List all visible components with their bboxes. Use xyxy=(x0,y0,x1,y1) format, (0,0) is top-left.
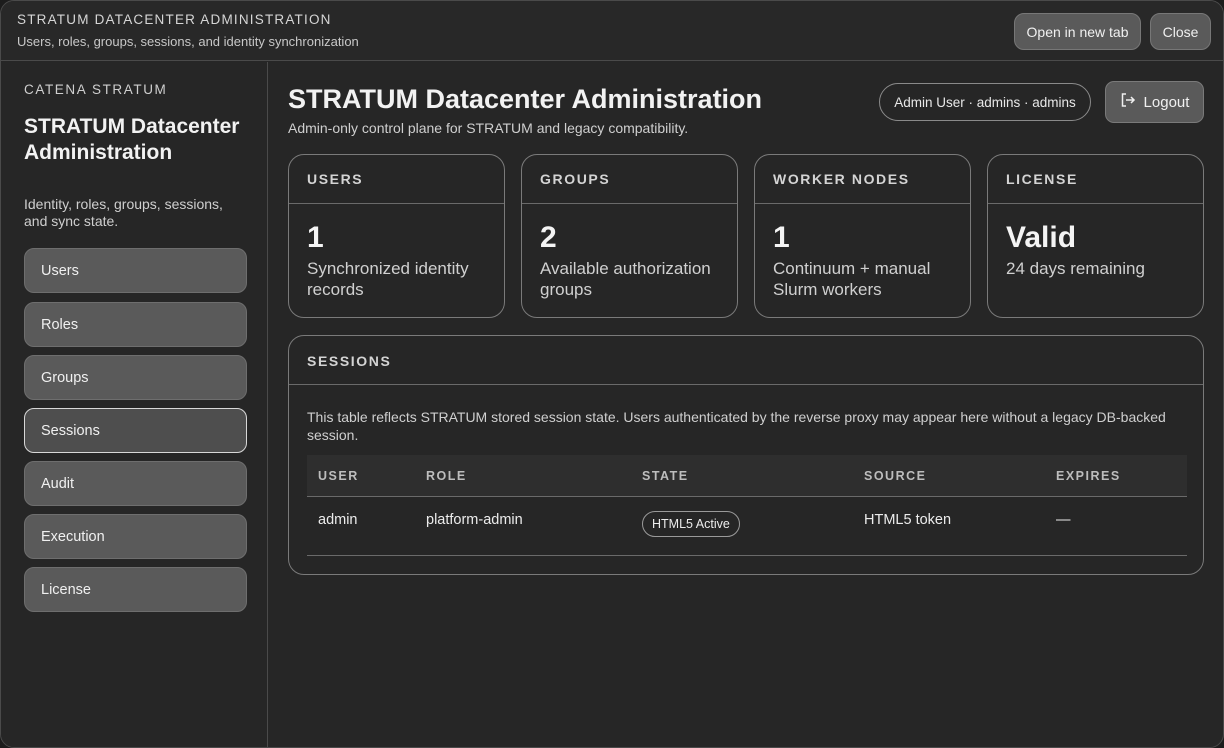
sidebar-item-label: Users xyxy=(41,262,79,279)
sidebar-brand: CATENA STRATUM xyxy=(24,82,168,97)
sidebar-item-label: Audit xyxy=(41,475,75,492)
sidebar-item-users[interactable]: Users xyxy=(24,248,247,293)
sessions-panel: SESSIONS This table reflects STRATUM sto… xyxy=(288,335,1204,575)
sidebar-item-roles[interactable]: Roles xyxy=(24,302,247,347)
card-description: Synchronized identity records xyxy=(307,259,469,299)
logout-icon xyxy=(1120,92,1136,112)
card-value: 2 xyxy=(540,221,557,254)
card-heading: GROUPS xyxy=(522,155,737,204)
sidebar-item-sessions[interactable]: Sessions xyxy=(24,408,247,453)
sidebar: CATENA STRATUM STRATUM Datacenter Admini… xyxy=(1,62,268,747)
sessions-table: USER ROLE STATE SOURCE EXPIRES admin pla… xyxy=(307,455,1187,556)
column-header-expires: EXPIRES xyxy=(1056,469,1121,483)
groups-stat-card: GROUPS 2 Available authorization groups xyxy=(521,154,738,318)
cell-source: HTML5 token xyxy=(864,512,952,528)
main-content: STRATUM Datacenter Administration Admin-… xyxy=(269,62,1223,747)
window-heading: STRATUM DATACENTER ADMINISTRATION xyxy=(17,12,332,27)
card-description: Continuum + manual Slurm workers xyxy=(773,259,931,299)
sidebar-title: STRATUM Datacenter Administration xyxy=(24,115,240,164)
sidebar-item-audit[interactable]: Audit xyxy=(24,461,247,506)
license-stat-card: LICENSE Valid 24 days remaining xyxy=(987,154,1204,318)
logout-button[interactable]: Logout xyxy=(1105,81,1204,123)
user-badge: Admin User · admins · admins xyxy=(879,83,1091,121)
card-value: 1 xyxy=(307,221,324,254)
sidebar-item-license[interactable]: License xyxy=(24,567,247,612)
card-description: Available authorization groups xyxy=(540,259,711,299)
sidebar-subtitle: Identity, roles, groups, sessions, and s… xyxy=(24,196,223,229)
sessions-note: This table reflects STRATUM stored sessi… xyxy=(307,409,1166,443)
cell-user: admin xyxy=(318,512,358,528)
status-badge: HTML5 Active xyxy=(642,511,740,537)
logout-label: Logout xyxy=(1143,93,1190,111)
cell-role: platform-admin xyxy=(426,512,523,528)
sidebar-item-label: Groups xyxy=(41,369,89,386)
table-header: USER ROLE STATE SOURCE EXPIRES xyxy=(307,455,1187,497)
sidebar-item-groups[interactable]: Groups xyxy=(24,355,247,400)
cell-expires: — xyxy=(1056,512,1071,528)
sidebar-item-label: Roles xyxy=(41,316,79,333)
card-description: 24 days remaining xyxy=(1006,259,1145,278)
sidebar-item-execution[interactable]: Execution xyxy=(24,514,247,559)
table-row: admin platform-admin HTML5 Active HTML5 … xyxy=(307,497,1187,556)
admin-window: STRATUM DATACENTER ADMINISTRATION Users,… xyxy=(0,0,1224,748)
page-title: STRATUM Datacenter Administration xyxy=(288,84,763,114)
card-heading: USERS xyxy=(289,155,504,204)
window-subheading: Users, roles, groups, sessions, and iden… xyxy=(17,34,359,49)
page-subtitle: Admin-only control plane for STRATUM and… xyxy=(288,120,689,136)
card-value: Valid xyxy=(1006,221,1077,254)
column-header-role: ROLE xyxy=(426,469,467,483)
column-header-state: STATE xyxy=(642,469,689,483)
column-header-user: USER xyxy=(318,469,359,483)
window-titlebar: STRATUM DATACENTER ADMINISTRATION Users,… xyxy=(1,1,1223,61)
column-header-source: SOURCE xyxy=(864,469,927,483)
card-heading: LICENSE xyxy=(988,155,1203,204)
close-button[interactable]: Close xyxy=(1150,13,1211,50)
card-heading: WORKER NODES xyxy=(755,155,970,204)
sidebar-item-label: Execution xyxy=(41,528,105,545)
sidebar-item-label: License xyxy=(41,581,91,598)
worker-nodes-stat-card: WORKER NODES 1 Continuum + manual Slurm … xyxy=(754,154,971,318)
sessions-heading: SESSIONS xyxy=(289,336,1203,385)
users-stat-card: USERS 1 Synchronized identity records xyxy=(288,154,505,318)
open-in-new-tab-button[interactable]: Open in new tab xyxy=(1014,13,1141,50)
sidebar-item-label: Sessions xyxy=(41,422,100,439)
card-value: 1 xyxy=(773,221,790,254)
